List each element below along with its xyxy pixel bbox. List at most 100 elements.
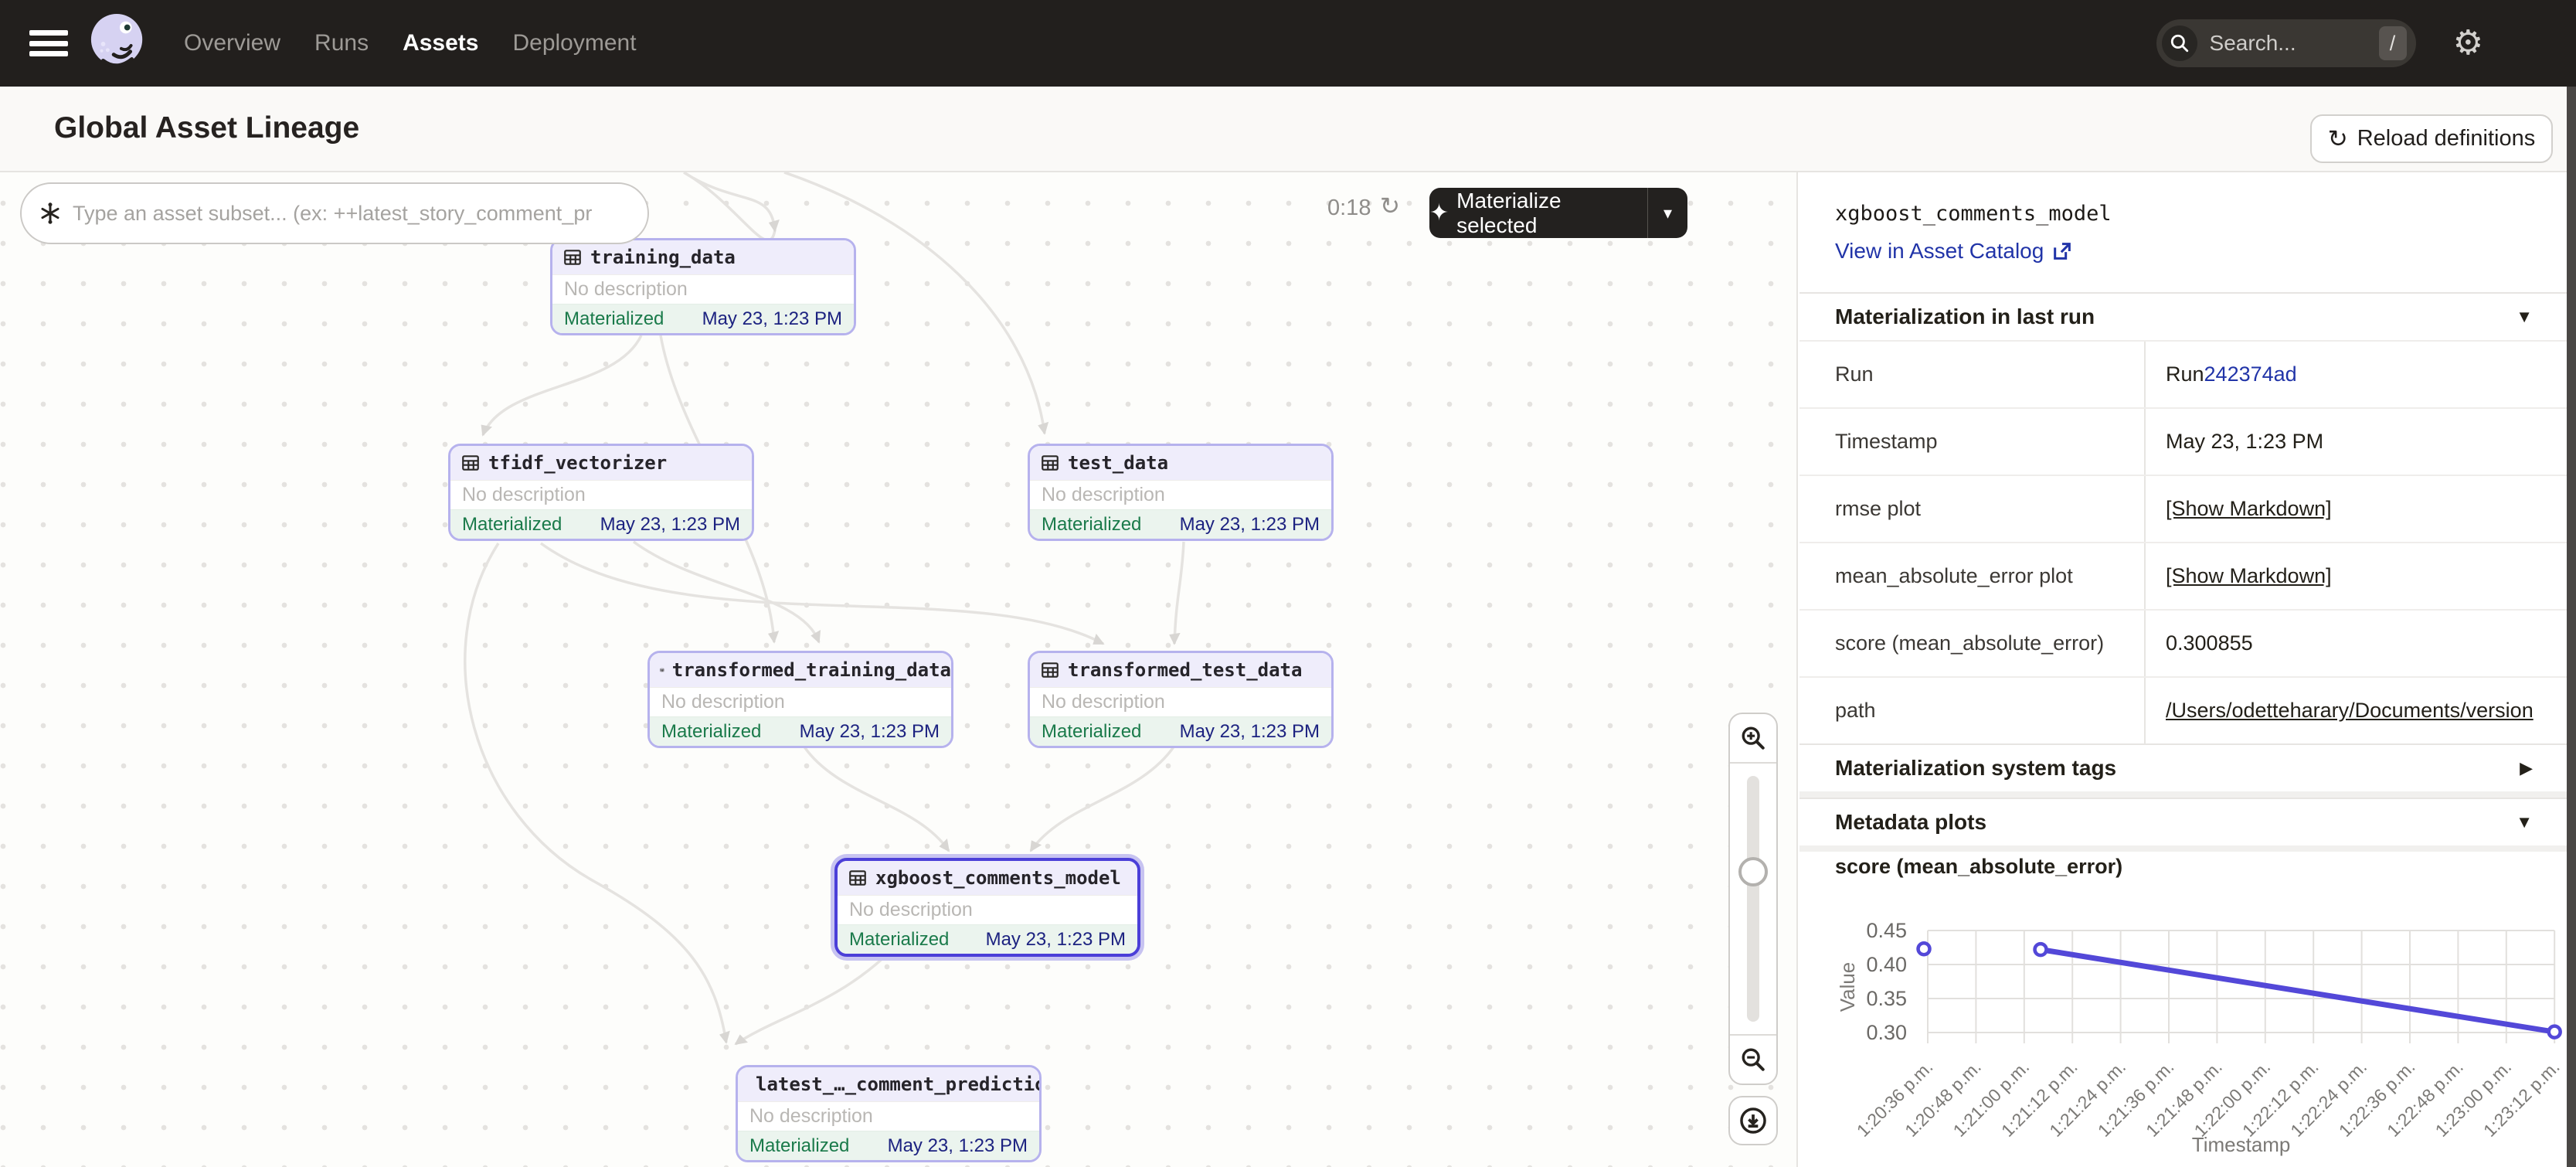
materialized-timestamp[interactable]: May 23, 1:23 PM — [986, 929, 1126, 951]
asset-name: transformed_test_data — [1068, 659, 1302, 681]
view-in-asset-catalog-link[interactable]: View in Asset Catalog — [1835, 239, 2073, 264]
table-row-score-mean-absolute-error-: score (mean_absolute_error)0.300855 — [1799, 609, 2567, 676]
asset-filter-placeholder: Type an asset subset... (ex: ++latest_st… — [73, 202, 592, 226]
asset-footer: MaterializedMay 23, 1:23 PM — [738, 1131, 1039, 1160]
zoom-slider-track[interactable] — [1747, 776, 1759, 1022]
row-label: Timestamp — [1799, 409, 2146, 475]
row-label: score (mean_absolute_error) — [1799, 611, 2146, 676]
section-materialization-last-run[interactable]: Materialization in last run ▼ — [1799, 292, 2567, 340]
asset-footer: Materialized May 23, 1:23 PM — [1030, 509, 1331, 539]
refresh-icon[interactable]: ↻ — [1380, 192, 1400, 220]
gear-icon[interactable]: ⚙ — [2453, 26, 2483, 60]
edge-xgboost_comments_model-to-latest_comment_predictions — [736, 953, 889, 1044]
asset-node-xgboost_comments_model[interactable]: xgboost_comments_modelNo descriptionMate… — [834, 858, 1140, 957]
svg-text:Value: Value — [1836, 962, 1859, 1012]
asset-name: tfidf_vectorizer — [488, 452, 667, 474]
materialization-table: RunRun 242374adTimestampMay 23, 1:23 PMr… — [1799, 340, 2567, 743]
materialize-dropdown-caret[interactable]: ▾ — [1647, 188, 1687, 238]
row-value: /Users/odetteharary/Documents/version — [2146, 678, 2567, 743]
window-scrollbar[interactable] — [2567, 87, 2576, 1167]
zoom-in-button[interactable] — [1730, 714, 1776, 764]
asset-node-header: transformed_test_data — [1030, 653, 1331, 687]
asset-details-panel: xgboost_comments_model View in Asset Cat… — [1799, 172, 2567, 1167]
reload-definitions-button[interactable]: ↻ Reload definitions — [2310, 114, 2553, 163]
value-link[interactable]: [Show Markdown] — [2166, 497, 2332, 521]
materialized-status: Materialized — [1042, 514, 1141, 536]
table-icon — [848, 868, 868, 888]
download-image-button[interactable] — [1728, 1096, 1778, 1145]
asset-node-tfidf_vectorizer[interactable]: tfidf_vectorizer No descriptionMaterializ… — [448, 444, 754, 541]
edge-transformed_test_data-to-xgboost_comments_model — [1031, 746, 1174, 851]
table-row-path: path/Users/odetteharary/Documents/versio… — [1799, 676, 2567, 743]
asset-footer: MaterializedMay 23, 1:23 PM — [450, 509, 752, 539]
value-link[interactable]: 242374ad — [2204, 362, 2297, 386]
search-shortcut-badge: / — [2379, 26, 2407, 60]
asset-description: No description — [1030, 687, 1331, 716]
svg-text:0.35: 0.35 — [1866, 987, 1907, 1010]
sparkle-icon: ✦ — [1429, 202, 1449, 225]
value-link[interactable]: [Show Markdown] — [2166, 564, 2332, 588]
asset-node-training_data[interactable]: training_dataNo descriptionMaterializedM… — [550, 238, 856, 335]
value-link[interactable]: /Users/odetteharary/Documents/version — [2166, 699, 2534, 723]
materialized-timestamp[interactable]: May 23, 1:23 PM — [1180, 721, 1320, 743]
asset-node-test_data[interactable]: test_data No description Materialized May 2… — [1028, 444, 1334, 541]
materialized-timestamp[interactable]: May 23, 1:23 PM — [600, 514, 740, 536]
materialized-timestamp[interactable]: May 23, 1:23 PM — [702, 308, 842, 330]
table-row-mean-absolute-error-plot: mean_absolute_error plot[Show Markdown] — [1799, 542, 2567, 609]
value-text: May 23, 1:23 PM — [2166, 430, 2323, 454]
row-label: rmse plot — [1799, 476, 2146, 542]
hamburger-menu-icon[interactable] — [29, 30, 68, 56]
nav-item-deployment[interactable]: Deployment — [512, 30, 636, 56]
dagster-logo-icon[interactable] — [88, 11, 148, 76]
materialized-status: Materialized — [849, 929, 949, 951]
materialized-timestamp[interactable]: May 23, 1:23 PM — [1180, 514, 1320, 536]
asset-footer: MaterializedMay 23, 1:23 PM — [1030, 716, 1331, 746]
materialized-status: Materialized — [564, 308, 664, 330]
asset-node-latest_comment_predictions[interactable]: latest_…_comment_predictionsNo descripti… — [736, 1065, 1042, 1162]
metadata-plot-title: score (mean_absolute_error) — [1835, 855, 2122, 879]
nav-item-overview[interactable]: Overview — [184, 30, 280, 56]
top-nav: Overview Runs Assets Deployment Search... /… — [0, 0, 2576, 87]
materialized-timestamp[interactable]: May 23, 1:23 PM — [800, 721, 940, 743]
table-row-rmse-plot: rmse plot [Show Markdown] — [1799, 475, 2567, 542]
asset-node-header: tfidf_vectorizer — [450, 446, 752, 480]
section-divider — [1799, 845, 2567, 852]
zoom-out-button[interactable] — [1730, 1034, 1776, 1084]
materialized-timestamp[interactable]: May 23, 1:23 PM — [888, 1135, 1028, 1157]
asset-filter-input[interactable]: Type an asset subset... (ex: ++latest_st… — [20, 182, 649, 244]
asset-footer: Materialized May 23, 1:23 PM — [838, 924, 1137, 954]
asset-name: transformed_training_data — [672, 659, 951, 681]
asset-description: No description — [1030, 480, 1331, 509]
asset-description: No description — [738, 1101, 1039, 1131]
asset-description: No description — [838, 895, 1137, 924]
asset-node-transformed_test_data[interactable]: transformed_test_data No descriptionMater… — [1028, 651, 1334, 748]
materialize-selected-button[interactable]: ✦ Materialize selected ▾ — [1429, 188, 1687, 238]
materialize-label: Materialize selected — [1456, 189, 1647, 238]
table-icon — [1040, 453, 1060, 473]
row-value: [Show Markdown] — [2146, 476, 2567, 542]
edge-upstream_offscreen-to-training_data — [684, 172, 775, 240]
table-icon — [562, 247, 583, 267]
search-input[interactable]: Search... / — [2156, 19, 2416, 67]
table-row-timestamp: Timestamp May 23, 1:23 PM — [1799, 407, 2567, 475]
materialized-status: Materialized — [661, 721, 761, 743]
asset-node-transformed_training_data[interactable]: transformed_training_dataNo descriptionM… — [647, 651, 953, 748]
row-value: Run 242374ad — [2146, 342, 2567, 407]
svg-text:Timestamp: Timestamp — [2192, 1133, 2291, 1156]
asset-node-header: xgboost_comments_model — [838, 861, 1137, 895]
zoom-slider-thumb[interactable] — [1738, 857, 1768, 886]
asset-description: No description — [450, 480, 752, 509]
row-value: 0.300855 — [2146, 611, 2567, 676]
section-metadata-plots[interactable]: Metadata plots ▼ — [1799, 798, 2567, 845]
chevron-right-icon: ▶ — [2520, 758, 2533, 778]
section-system-tags[interactable]: Materialization system tags ▶ — [1799, 743, 2567, 791]
search-icon — [2162, 26, 2197, 61]
nav-item-runs[interactable]: Runs — [314, 30, 369, 56]
asset-graph-filter-icon — [39, 202, 62, 225]
selected-asset-name: xgboost_comments_model — [1835, 202, 2112, 226]
nav-item-assets[interactable]: Assets — [403, 30, 478, 56]
asset-description: No description — [552, 274, 854, 304]
nav-items: Overview Runs Assets Deployment — [184, 30, 637, 56]
lineage-graph-canvas[interactable]: training_dataNo descriptionMaterializedM… — [0, 172, 1798, 1167]
asset-name: test_data — [1068, 452, 1168, 474]
